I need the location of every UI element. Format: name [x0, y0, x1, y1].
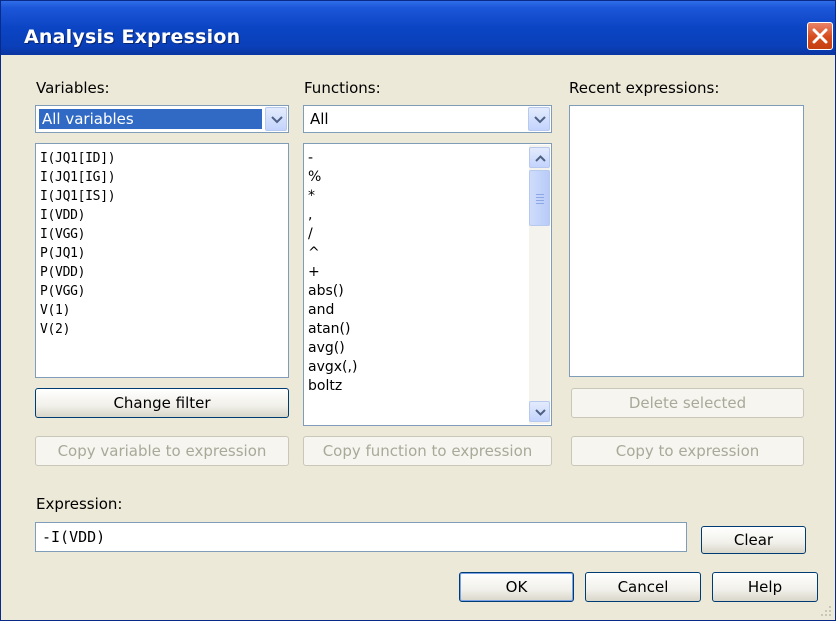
variables-filter-value: All variables — [39, 109, 262, 129]
chevron-down-icon — [535, 409, 546, 416]
functions-filter-dropdown-button[interactable] — [528, 107, 550, 131]
variables-filter-select[interactable]: All variables — [35, 105, 289, 133]
resize-grip-icon[interactable] — [819, 604, 833, 618]
variables-list-items: I(JQ1[ID]) I(JQ1[IG]) I(JQ1[IS]) I(VDD) I(VG… — [40, 149, 116, 339]
list-item[interactable]: ^ — [308, 244, 357, 263]
analysis-expression-dialog: Analysis Expression Variables: All varia… — [0, 0, 836, 621]
clear-button[interactable]: Clear — [701, 526, 806, 554]
functions-filter-select[interactable]: All — [303, 105, 552, 133]
scroll-down-button[interactable] — [529, 401, 550, 422]
close-button[interactable] — [807, 22, 833, 50]
copy-function-to-expression-button[interactable]: Copy function to expression — [303, 436, 552, 466]
variables-list[interactable]: I(JQ1[ID]) I(JQ1[IG]) I(JQ1[IS]) I(VDD) I(VG… — [35, 143, 289, 378]
scroll-up-button[interactable] — [529, 147, 550, 168]
list-item[interactable]: P(VDD) — [40, 263, 115, 282]
list-item[interactable]: V(2) — [40, 320, 115, 339]
chevron-up-icon — [535, 155, 546, 162]
list-item[interactable]: I(JQ1[IG]) — [40, 168, 116, 187]
ok-button[interactable]: OK — [459, 572, 574, 602]
functions-list-items: -% *, / ^ + abs() and atan() avg() avgx(,) boltz — [308, 149, 357, 396]
list-item[interactable]: % — [308, 168, 357, 187]
expression-value: -I(VDD) — [42, 528, 106, 546]
list-item[interactable]: / — [308, 225, 357, 244]
change-filter-button[interactable]: Change filter — [35, 388, 289, 418]
list-item[interactable]: boltz — [308, 377, 357, 396]
list-item[interactable]: avg() — [308, 339, 357, 358]
help-button[interactable]: Help — [712, 572, 818, 602]
chevron-down-icon — [271, 116, 283, 124]
recent-expressions-list[interactable] — [569, 105, 804, 377]
expression-label: Expression: — [36, 495, 123, 513]
dialog-title: Analysis Expression — [24, 26, 241, 48]
recent-expressions-label: Recent expressions: — [569, 79, 720, 97]
list-item[interactable]: , — [308, 206, 357, 225]
copy-variable-to-expression-button[interactable]: Copy variable to expression — [35, 436, 289, 466]
list-item[interactable]: I(JQ1[IS]) — [40, 187, 116, 206]
close-icon — [812, 28, 828, 44]
list-item[interactable]: P(JQ1) — [40, 244, 115, 263]
list-item[interactable]: avgx(,) — [308, 358, 357, 377]
variables-label: Variables: — [36, 79, 110, 97]
cancel-button[interactable]: Cancel — [585, 572, 701, 602]
copy-to-expression-button[interactable]: Copy to expression — [571, 436, 804, 466]
list-item[interactable]: I(VGG) — [40, 225, 115, 244]
scroll-thumb[interactable] — [529, 170, 550, 226]
functions-scrollbar[interactable] — [529, 145, 550, 424]
list-item[interactable]: P(VGG) — [40, 282, 115, 301]
delete-selected-button[interactable]: Delete selected — [571, 388, 804, 418]
chevron-down-icon — [534, 116, 546, 124]
functions-label: Functions: — [304, 79, 381, 97]
variables-filter-dropdown-button[interactable] — [265, 107, 287, 131]
list-item[interactable]: + — [308, 263, 357, 282]
functions-filter-value: All — [310, 110, 329, 128]
functions-list[interactable]: -% *, / ^ + abs() and atan() avg() avgx(,) boltz — [303, 143, 552, 426]
list-item[interactable]: V(1) — [40, 301, 115, 320]
title-bar[interactable]: Analysis Expression — [1, 1, 835, 55]
list-item[interactable]: - — [308, 149, 357, 168]
list-item[interactable]: and — [308, 301, 357, 320]
expression-input[interactable]: -I(VDD) — [35, 522, 687, 552]
list-item[interactable]: abs() — [308, 282, 357, 301]
list-item[interactable]: atan() — [308, 320, 357, 339]
list-item[interactable]: I(VDD) — [40, 206, 115, 225]
list-item[interactable]: * — [308, 187, 357, 206]
list-item[interactable]: I(JQ1[ID]) — [40, 149, 116, 168]
